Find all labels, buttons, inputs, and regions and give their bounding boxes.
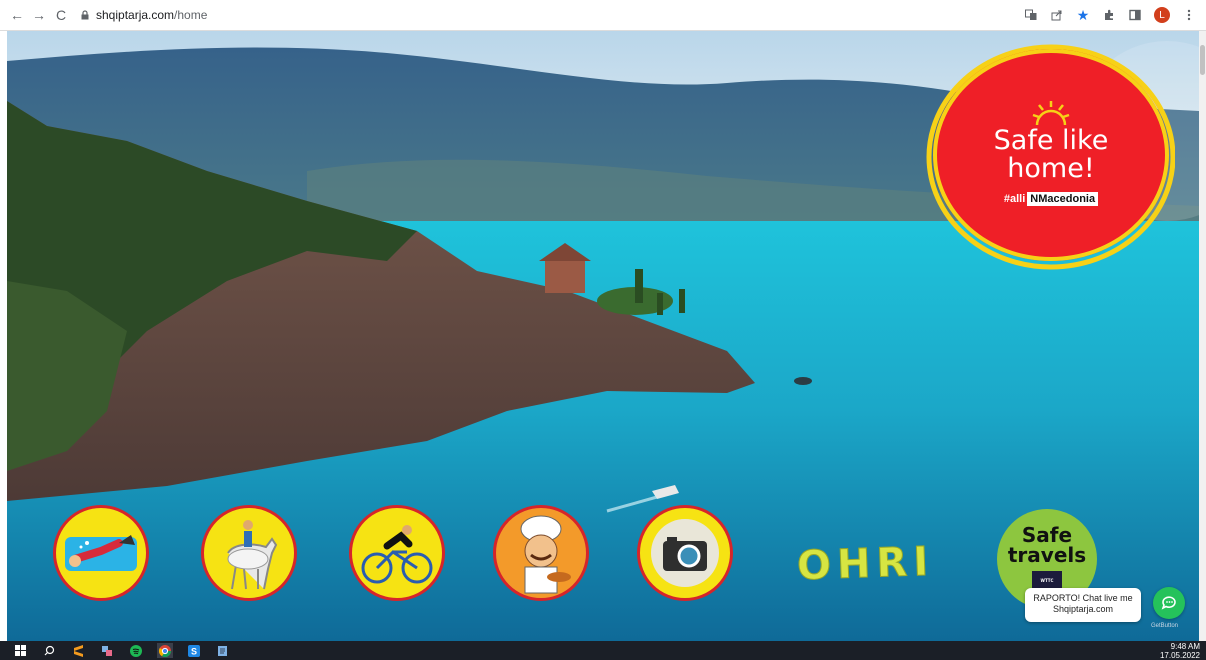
sublime-text-icon[interactable]	[70, 643, 86, 658]
browser-toolbar: ← → C shqiptarja.com/home ★ L	[0, 0, 1206, 31]
hero-section: Safe like home! #alli NMacedonia OHRI Sa…	[7, 31, 1199, 641]
back-button[interactable]: ←	[8, 6, 26, 24]
diver-icon	[65, 535, 137, 571]
hashtag-prefix: #alli	[1003, 193, 1026, 205]
safe-like-home-badge[interactable]: Safe like home! #alli NMacedonia	[925, 41, 1175, 281]
url-host: shqiptarja.com	[96, 8, 175, 22]
skype-icon[interactable]: S	[186, 643, 202, 658]
bookmark-star-icon[interactable]: ★	[1076, 7, 1090, 23]
reload-button[interactable]: C	[52, 6, 70, 24]
cyclist-icon	[361, 525, 433, 584]
chrome-icon[interactable]	[157, 643, 173, 658]
horse-riding-activity-button[interactable]	[201, 505, 297, 601]
svg-text:S: S	[191, 646, 197, 656]
notepad-icon[interactable]	[215, 643, 231, 658]
extensions-puzzle-icon[interactable]	[1102, 8, 1116, 22]
diving-activity-button[interactable]	[53, 505, 149, 601]
translate-icon[interactable]	[1024, 8, 1038, 22]
badge-slogan: Safe like home!	[994, 127, 1109, 183]
cycling-activity-button[interactable]	[349, 505, 445, 601]
getbutton-credit[interactable]: GetButton	[1151, 623, 1178, 629]
snipping-tool-icon[interactable]	[99, 643, 115, 658]
lock-icon	[81, 10, 89, 20]
safe-travels-line1: Safe	[1021, 523, 1073, 547]
profile-avatar[interactable]: L	[1154, 7, 1170, 23]
sun-icon	[1032, 101, 1070, 126]
forward-button[interactable]: →	[30, 6, 48, 24]
scroll-thumb[interactable]	[1200, 45, 1205, 75]
address-bar[interactable]: shqiptarja.com/home	[80, 3, 207, 27]
system-clock[interactable]: 9:48 AM 17.05.2022	[1160, 642, 1206, 660]
badge-line2: home!	[1007, 153, 1095, 184]
hashtag-highlight: NMacedonia	[1027, 192, 1099, 206]
side-panel-icon[interactable]	[1128, 8, 1142, 22]
chat-prompt-bubble[interactable]: RAPORTO! Chat live me Shqiptarja.com	[1025, 588, 1141, 622]
wttc-logo: WTTC	[1032, 571, 1062, 589]
chef-icon	[520, 515, 571, 594]
camera-icon	[651, 519, 719, 587]
badge-hashtag: #alli NMacedonia	[1003, 192, 1099, 206]
share-icon[interactable]	[1050, 8, 1064, 22]
chat-button[interactable]	[1153, 587, 1185, 619]
clock-time: 9:48 AM	[1170, 641, 1200, 651]
badge-line1: Safe like	[993, 125, 1109, 156]
search-icon[interactable]	[41, 643, 57, 658]
spotify-icon[interactable]	[128, 643, 144, 658]
safe-travels-line2: travels	[1007, 543, 1087, 567]
page-scrollbar[interactable]	[1199, 31, 1206, 641]
clock-date: 17.05.2022	[1159, 650, 1200, 660]
windows-taskbar: S 9:48 AM 17.05.2022	[0, 641, 1206, 660]
gastronomy-activity-button[interactable]	[493, 505, 589, 601]
windows-start-icon[interactable]	[12, 643, 28, 658]
photography-activity-button[interactable]	[637, 505, 733, 601]
more-menu-icon[interactable]	[1182, 8, 1196, 22]
badge-circle: Safe like home! #alli NMacedonia	[933, 49, 1169, 261]
chat-icon	[1161, 596, 1176, 610]
url-path: /home	[174, 8, 208, 22]
horse-rider-icon	[227, 520, 278, 590]
ohri-title: OHRI	[796, 538, 936, 590]
